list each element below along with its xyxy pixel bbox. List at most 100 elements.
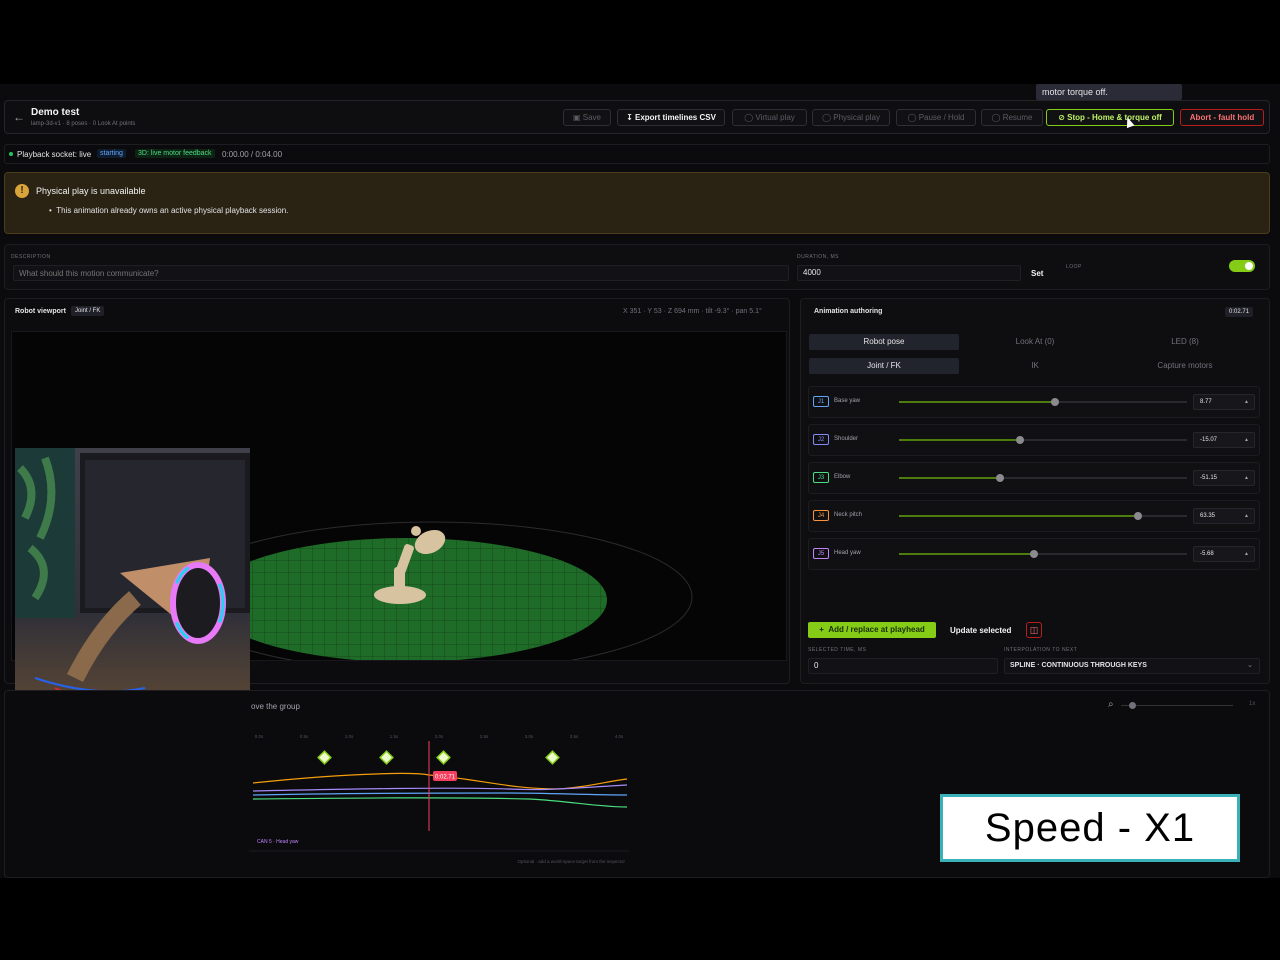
physical-play-button[interactable]: ◯ Physical play bbox=[812, 109, 890, 126]
tab-robot-pose[interactable]: Robot pose bbox=[809, 334, 959, 350]
subtab-ik[interactable]: IK bbox=[960, 358, 1110, 374]
resume-button[interactable]: ◯ Resume bbox=[981, 109, 1043, 126]
warning-title: Physical play is unavailable bbox=[36, 186, 146, 196]
keyframe-diamond[interactable] bbox=[436, 750, 451, 765]
ruler-tick-label: 0.5s bbox=[300, 734, 309, 739]
joint-value-input[interactable]: 63.35 ▲ bbox=[1193, 508, 1255, 524]
pause-hold-button[interactable]: ◯ Pause / Hold bbox=[896, 109, 976, 126]
authoring-time-badge: 0:02.71 bbox=[1225, 307, 1254, 317]
ruler-tick-label: 1.0s bbox=[345, 734, 354, 739]
stepper-icon[interactable]: ▲ bbox=[1244, 471, 1249, 485]
download-icon: ↧ bbox=[626, 113, 635, 122]
timeline-tracks[interactable]: 0.0s 0.5s 1.0s 1.5s 2.0s 2.5s 3.0s 3.5s 4.0s 0:0… bbox=[249, 731, 629, 877]
joint-id-badge: J4 bbox=[813, 510, 829, 521]
joint-row-j4: J4 Neck pitch 63.35 ▲ bbox=[808, 500, 1260, 532]
ruler-tick-label: 2.5s bbox=[480, 734, 489, 739]
joint-id-badge: J5 bbox=[813, 548, 829, 559]
save-button[interactable]: ▣ Save bbox=[563, 109, 611, 126]
tab-look-at[interactable]: Look At (0) bbox=[960, 334, 1110, 350]
authoring-title: Animation authoring bbox=[814, 308, 883, 315]
set-duration-button[interactable]: Set bbox=[1031, 269, 1043, 278]
stepper-icon[interactable]: ▲ bbox=[1244, 509, 1249, 523]
joint-value-input[interactable]: -51.15 ▲ bbox=[1193, 470, 1255, 486]
ruler-tick-label: 4.0s bbox=[615, 734, 624, 739]
stepper-icon[interactable]: ▲ bbox=[1244, 433, 1249, 447]
timeline-hint: ove the group bbox=[251, 702, 300, 711]
lane-label: CAN 5 · Head yaw bbox=[257, 839, 299, 845]
loop-toggle[interactable] bbox=[1229, 260, 1255, 272]
joint-slider[interactable] bbox=[899, 512, 1187, 520]
toggle-knob bbox=[1245, 262, 1253, 270]
page-subtitle: lamp-3d-v1 · 8 poses · 0 Look At points bbox=[31, 121, 136, 127]
playhead-time: 0:02.71 bbox=[435, 775, 456, 781]
update-selected-button[interactable]: Update selected bbox=[950, 626, 1011, 635]
ruler-tick-label: 2.0s bbox=[435, 734, 444, 739]
trash-icon: ◫ bbox=[1029, 625, 1039, 635]
tab-led[interactable]: LED (8) bbox=[1110, 334, 1260, 350]
header-bar: ← Demo test lamp-3d-v1 · 8 poses · 0 Loo… bbox=[4, 100, 1270, 134]
joint-value-input[interactable]: -15.07 ▲ bbox=[1193, 432, 1255, 448]
joint-slider-fill bbox=[899, 477, 1000, 479]
joint-slider-thumb[interactable] bbox=[1134, 512, 1143, 520]
stepper-icon[interactable]: ▲ bbox=[1244, 547, 1249, 561]
joint-slider[interactable] bbox=[899, 436, 1187, 444]
ruler-tick-label: 1.5s bbox=[390, 734, 399, 739]
duration-label: DURATION, MS bbox=[797, 254, 840, 260]
joint-value-input[interactable]: -5.68 ▲ bbox=[1193, 546, 1255, 562]
joint-name: Neck pitch bbox=[834, 512, 863, 518]
play-icon: ◯ bbox=[822, 113, 834, 122]
abort-fault-hold-button[interactable]: Abort - fault hold bbox=[1180, 109, 1264, 126]
subtab-capture-motors[interactable]: Capture motors bbox=[1110, 358, 1260, 374]
physical-play-warning: ! Physical play is unavailable • This an… bbox=[4, 172, 1270, 234]
joint-slider[interactable] bbox=[899, 474, 1187, 482]
stop-home-torque-off-button[interactable]: ⊘ Stop - Home & torque off bbox=[1046, 109, 1174, 126]
warning-detail: • This animation already owns an active … bbox=[49, 206, 289, 215]
pause-icon: ◯ bbox=[907, 113, 919, 122]
keyframe-diamond[interactable] bbox=[545, 750, 560, 765]
virtual-play-button[interactable]: ◯ Virtual play bbox=[732, 109, 807, 126]
joint-name: Shoulder bbox=[834, 436, 859, 442]
keyframe-diamond[interactable] bbox=[379, 750, 394, 765]
joint-slider-thumb[interactable] bbox=[1015, 436, 1024, 444]
keyframe-diamond[interactable] bbox=[317, 750, 332, 765]
add-replace-keyframe-button[interactable]: + Add / replace at playhead bbox=[808, 622, 936, 638]
joint-slider[interactable] bbox=[899, 398, 1187, 406]
joint-slider-thumb[interactable] bbox=[1050, 398, 1059, 406]
joint-row-j1: J1 Base yaw 8.77 ▲ bbox=[808, 386, 1260, 418]
socket-status: Playback socket: live bbox=[17, 150, 92, 159]
playback-status-bar: Playback socket: live starting 3D: live … bbox=[4, 144, 1270, 164]
joint-slider[interactable] bbox=[899, 550, 1187, 558]
zoom-icon: ⌕ bbox=[1108, 699, 1114, 710]
resume-icon: ◯ bbox=[991, 113, 1003, 122]
stop-tooltip: motor torque off. bbox=[1036, 84, 1182, 100]
pose-subtabs: Joint / FK IK Capture motors bbox=[808, 358, 1260, 374]
stepper-icon[interactable]: ▲ bbox=[1244, 395, 1249, 409]
joint-slider-fill bbox=[899, 401, 1055, 403]
interpolation-select[interactable]: SPLINE · CONTINUOUS THROUGH KEYS ⌄ bbox=[1004, 658, 1260, 674]
curve-j1 bbox=[252, 792, 628, 796]
timeline-ruler: 0.0s 0.5s 1.0s 1.5s 2.0s 2.5s 3.0s 3.5s 4.0s bbox=[255, 734, 624, 739]
plus-icon: + bbox=[819, 625, 829, 634]
keyframe-markers bbox=[317, 750, 560, 765]
joint-row-j2: J2 Shoulder -15.07 ▲ bbox=[808, 424, 1260, 456]
joint-slider-fill bbox=[899, 553, 1035, 555]
zoom-slider-thumb[interactable] bbox=[1129, 702, 1136, 709]
animation-meta-row: DESCRIPTION DURATION, MS 4000 Set LOOP bbox=[4, 244, 1270, 290]
joint-slider-fill bbox=[899, 439, 1020, 441]
joint-slider-thumb[interactable] bbox=[1030, 550, 1039, 558]
selected-time-input[interactable]: 0 bbox=[808, 658, 998, 674]
zoom-slider[interactable] bbox=[1121, 702, 1233, 709]
live-indicator-dot bbox=[9, 152, 13, 156]
joint-slider-thumb[interactable] bbox=[995, 474, 1004, 482]
warning-icon: ! bbox=[15, 184, 29, 198]
description-input[interactable] bbox=[13, 265, 789, 281]
playback-time: 0:00.00 / 0:04.00 bbox=[222, 150, 283, 159]
play-icon: ◯ bbox=[744, 113, 756, 122]
joint-value-input[interactable]: 8.77 ▲ bbox=[1193, 394, 1255, 410]
back-arrow-icon[interactable]: ← bbox=[13, 110, 25, 124]
export-csv-button[interactable]: ↧ Export timelines CSV bbox=[617, 109, 725, 126]
delete-keyframe-button[interactable]: ◫ bbox=[1026, 622, 1042, 638]
subtab-joint-fk[interactable]: Joint / FK bbox=[809, 358, 959, 374]
joint-id-badge: J2 bbox=[813, 434, 829, 445]
duration-input[interactable]: 4000 bbox=[797, 265, 1021, 281]
